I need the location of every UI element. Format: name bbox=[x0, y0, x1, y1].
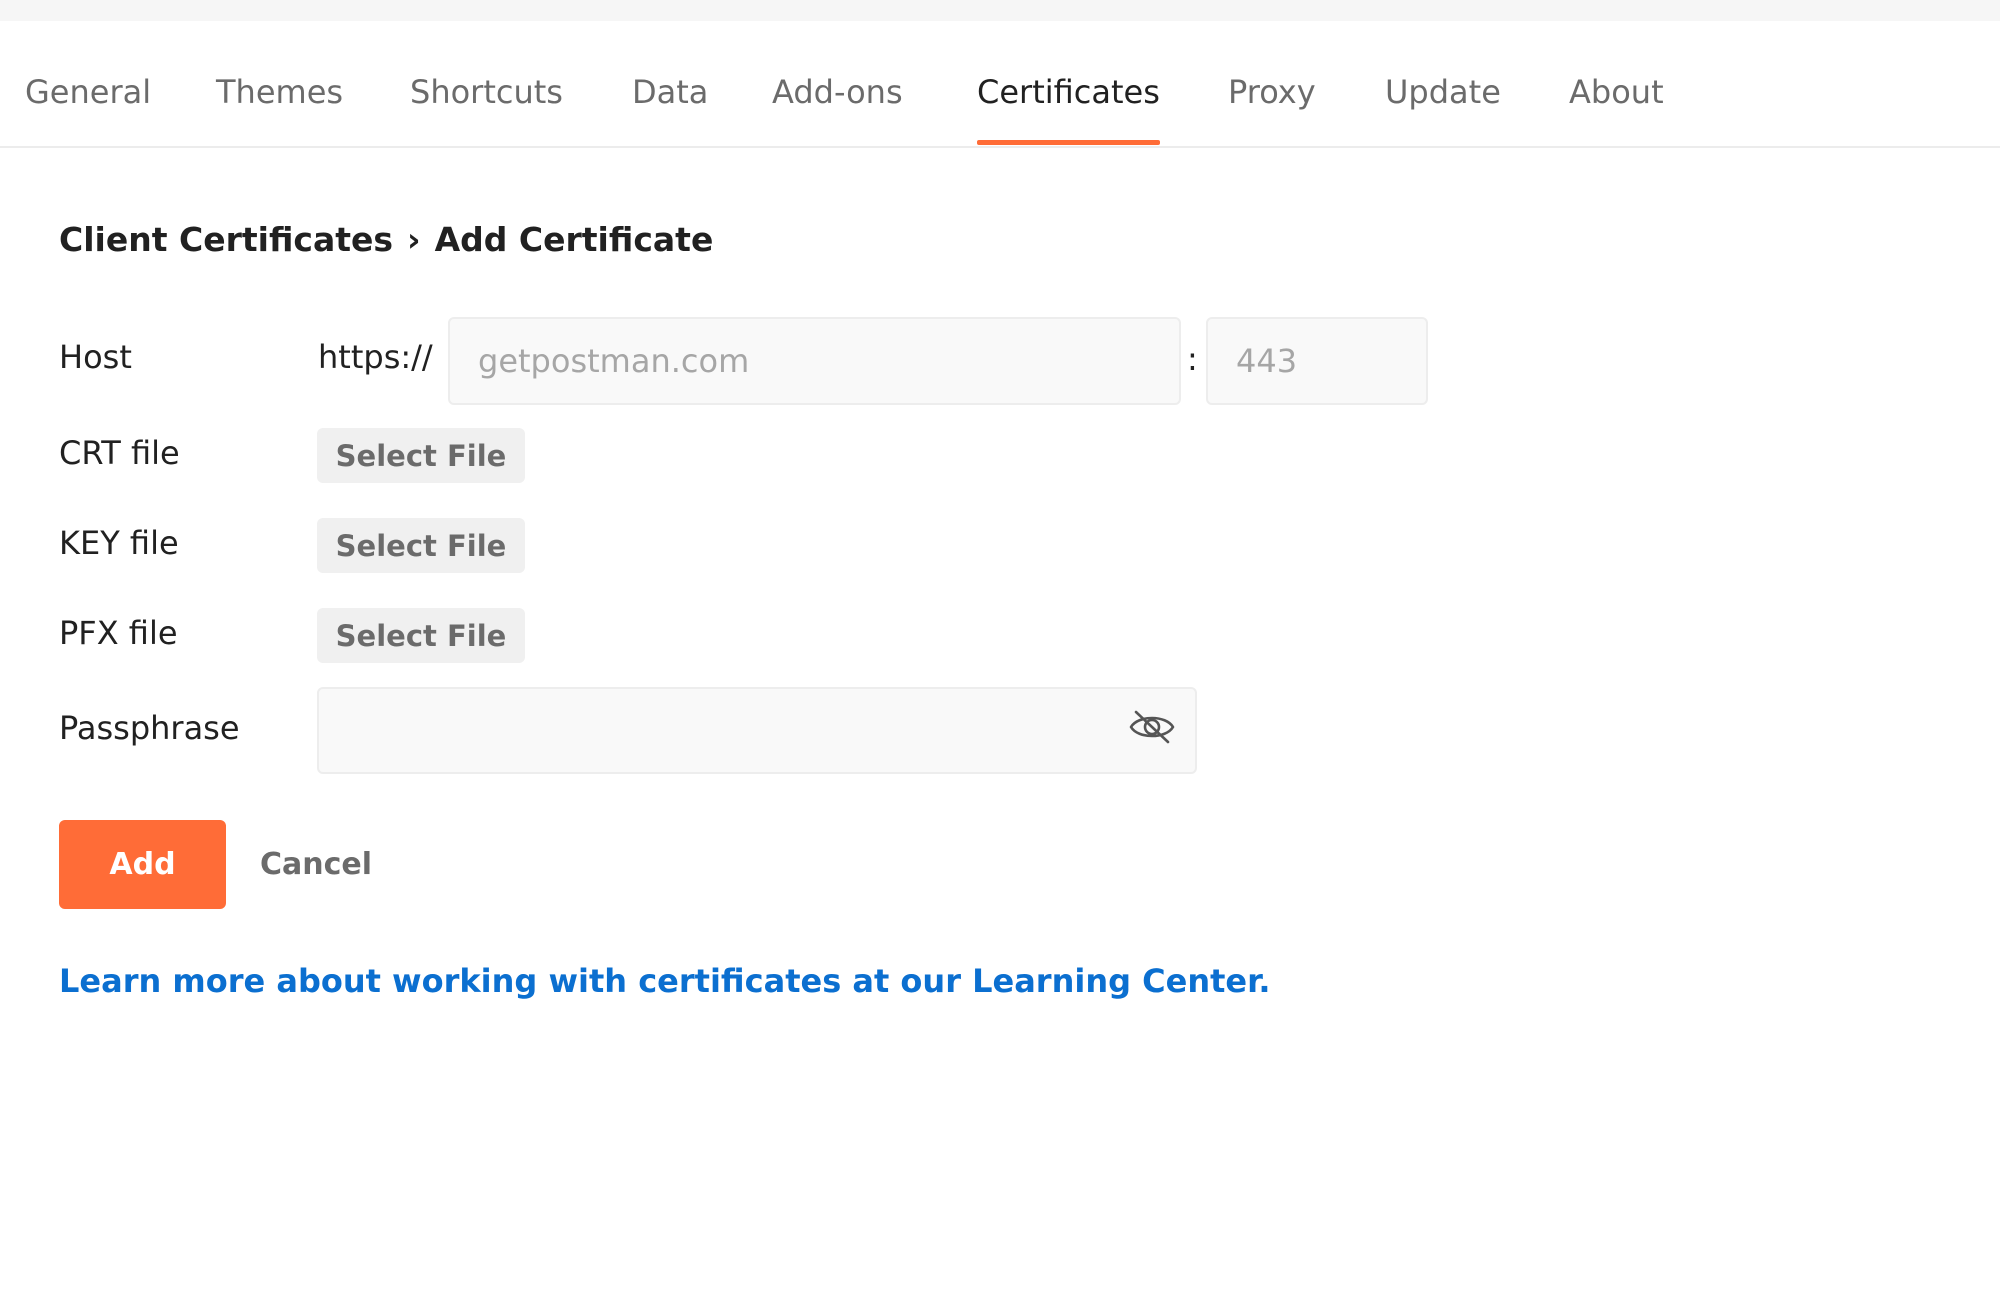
passphrase-input[interactable] bbox=[317, 687, 1197, 774]
tab-add-ons[interactable]: Add-ons bbox=[772, 73, 903, 145]
tab-proxy[interactable]: Proxy bbox=[1228, 73, 1316, 145]
pfx-file-label: PFX file bbox=[59, 614, 178, 652]
breadcrumb-current: Add Certificate bbox=[434, 220, 714, 259]
crt-file-label: CRT file bbox=[59, 434, 180, 472]
tab-general[interactable]: General bbox=[25, 73, 151, 145]
breadcrumb-parent[interactable]: Client Certificates bbox=[59, 220, 393, 259]
window-top-strip bbox=[0, 0, 2000, 21]
tab-update[interactable]: Update bbox=[1385, 73, 1501, 145]
key-select-file-button[interactable]: Select File bbox=[317, 518, 525, 573]
cancel-button[interactable]: Cancel bbox=[250, 820, 382, 909]
pfx-select-file-button[interactable]: Select File bbox=[317, 608, 525, 663]
breadcrumb-separator: › bbox=[407, 220, 421, 259]
host-input[interactable] bbox=[448, 317, 1181, 405]
key-file-label: KEY file bbox=[59, 524, 179, 562]
tab-data[interactable]: Data bbox=[632, 73, 708, 145]
add-button[interactable]: Add bbox=[59, 820, 226, 909]
tab-certificates[interactable]: Certificates bbox=[977, 73, 1160, 145]
breadcrumb: Client Certificates › Add Certificate bbox=[59, 220, 713, 259]
host-label: Host bbox=[59, 338, 132, 376]
settings-tabs: General Themes Shortcuts Data Add-ons Ce… bbox=[0, 21, 2000, 148]
tab-themes[interactable]: Themes bbox=[216, 73, 343, 145]
tab-about[interactable]: About bbox=[1569, 73, 1664, 145]
port-input[interactable] bbox=[1206, 317, 1428, 405]
host-prefix: https:// bbox=[318, 338, 433, 376]
crt-select-file-button[interactable]: Select File bbox=[317, 428, 525, 483]
host-port-separator: : bbox=[1187, 340, 1198, 378]
learning-center-link[interactable]: Learn more about working with certificat… bbox=[59, 962, 1271, 1000]
tab-shortcuts[interactable]: Shortcuts bbox=[410, 73, 563, 145]
eye-slash-icon[interactable] bbox=[1128, 707, 1176, 747]
passphrase-label: Passphrase bbox=[59, 709, 240, 747]
